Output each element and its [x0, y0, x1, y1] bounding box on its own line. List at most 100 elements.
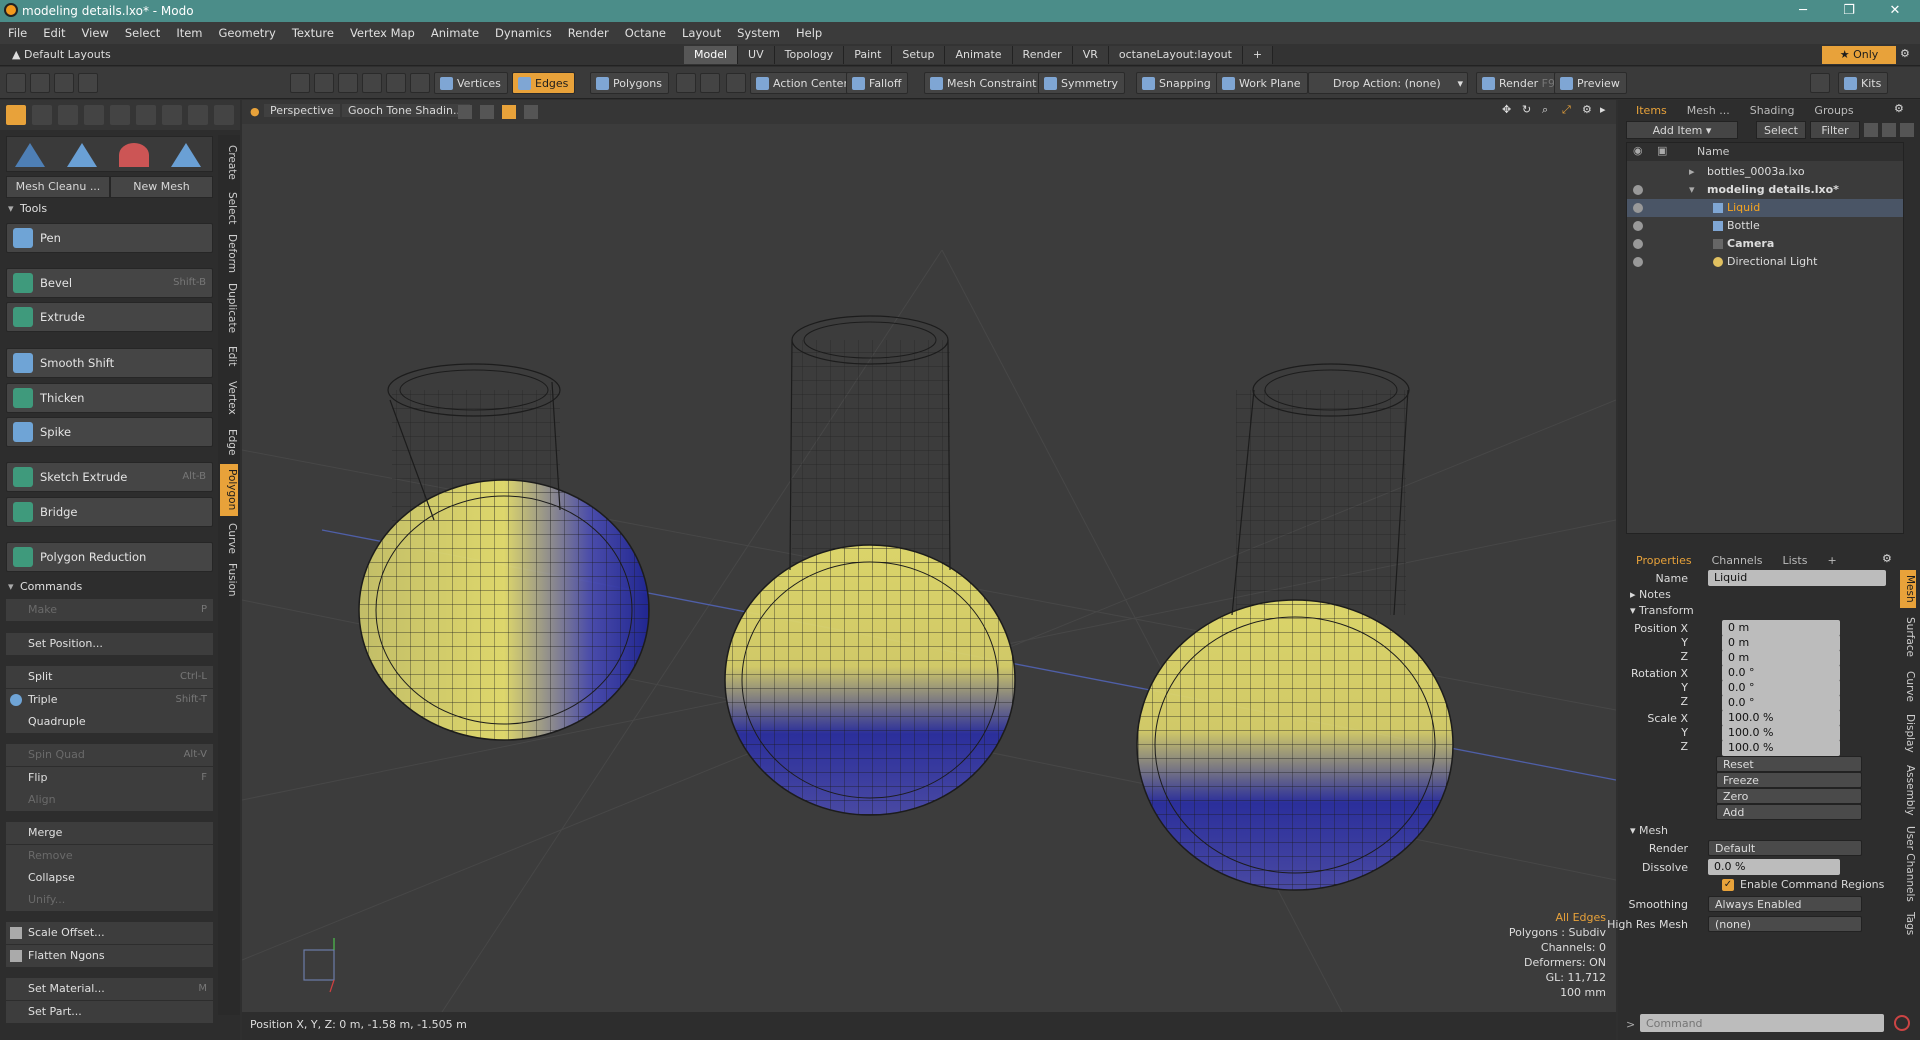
- tab-animate[interactable]: Animate: [945, 46, 1013, 64]
- refresh-icon[interactable]: [214, 105, 234, 125]
- frame-icon[interactable]: [54, 73, 74, 93]
- add-item-button[interactable]: Add Item ▾: [1626, 121, 1738, 139]
- rvtab-display[interactable]: Display: [1900, 710, 1916, 756]
- triple-command[interactable]: Triple Shift-T: [6, 689, 213, 711]
- preview-button[interactable]: Preview: [1554, 72, 1627, 94]
- rotate-tool-icon[interactable]: [119, 143, 149, 167]
- menu-system[interactable]: System: [729, 26, 788, 40]
- mesh-cleanup-button[interactable]: Mesh Cleanu ...: [6, 176, 110, 198]
- transform-section[interactable]: ▾ Transform: [1630, 604, 1694, 617]
- work-plane-button[interactable]: Work Plane: [1216, 72, 1308, 94]
- high-res-mesh-select[interactable]: (none): [1708, 916, 1862, 932]
- add-button[interactable]: Add: [1716, 804, 1862, 820]
- item-liquid[interactable]: Liquid: [1627, 199, 1903, 217]
- bridge-tool[interactable]: Bridge: [6, 497, 213, 527]
- reset-button[interactable]: Reset: [1716, 756, 1862, 772]
- vertices-button[interactable]: Vertices: [434, 72, 508, 94]
- transform-tool-icon[interactable]: [15, 143, 45, 167]
- thicken-tool[interactable]: Thicken: [6, 383, 213, 413]
- menu-layout[interactable]: Layout: [674, 26, 729, 40]
- rvtab-curve[interactable]: Curve: [1900, 666, 1916, 706]
- shading-select[interactable]: Gooch Tone Shadin...: [342, 104, 470, 117]
- tab-paint[interactable]: Paint: [844, 46, 893, 64]
- tab-lists[interactable]: Lists: [1773, 552, 1818, 570]
- mesh-constraint-button[interactable]: Mesh Constraint: [924, 72, 1044, 94]
- zoom-toggle-icon[interactable]: [188, 105, 208, 125]
- rotation-x-field[interactable]: 0.0 °: [1722, 665, 1840, 681]
- time-toggle-icon[interactable]: [136, 105, 156, 125]
- grid-icon[interactable]: [30, 73, 50, 93]
- tools-header[interactable]: Tools: [6, 200, 213, 218]
- smoothing-select[interactable]: Always Enabled: [1708, 896, 1862, 912]
- zoom-icon[interactable]: ⌕: [1542, 103, 1548, 117]
- menu-item[interactable]: Item: [168, 26, 210, 40]
- snapping-button[interactable]: Snapping: [1136, 72, 1218, 94]
- default-layouts[interactable]: ▲ Default Layouts: [12, 48, 111, 61]
- name-field[interactable]: Liquid: [1708, 570, 1886, 586]
- select-button[interactable]: Select: [1756, 121, 1806, 139]
- tab-vr[interactable]: VR: [1072, 46, 1109, 64]
- tab-render[interactable]: Render: [1012, 46, 1073, 64]
- remove-command[interactable]: Remove: [6, 845, 213, 867]
- sketch-extrude-tool[interactable]: Sketch Extrude Alt-B: [6, 462, 213, 492]
- maximize-icon[interactable]: ❐: [1826, 0, 1872, 22]
- drop-action-select[interactable]: Drop Action: (none) ▾: [1308, 72, 1468, 94]
- grid-toggle-icon[interactable]: [32, 105, 52, 125]
- 3d-viewport[interactable]: All Edges Polygons : Subdiv Channels: 0 …: [242, 100, 1616, 1012]
- menu-texture[interactable]: Texture: [284, 26, 342, 40]
- viewport-menu-icon[interactable]: ●: [250, 105, 260, 118]
- set-material-command[interactable]: Set Material... M: [6, 978, 213, 1000]
- vtab-deform[interactable]: Deform: [220, 232, 238, 276]
- maximize-view-icon[interactable]: ⤢: [1562, 103, 1571, 117]
- tab-uv[interactable]: UV: [738, 46, 775, 64]
- figure-toggle-icon[interactable]: [162, 105, 182, 125]
- menu-file[interactable]: File: [0, 26, 35, 40]
- orbit-icon[interactable]: ↻: [1522, 103, 1531, 116]
- collapse-command[interactable]: Collapse: [6, 867, 213, 889]
- vtab-create[interactable]: Create: [220, 140, 238, 184]
- align-command[interactable]: Align: [6, 789, 213, 811]
- mesh-mode-toggle[interactable]: [6, 105, 26, 125]
- commands-header[interactable]: Commands: [6, 578, 213, 596]
- rvtab-tags[interactable]: Tags: [1900, 908, 1916, 940]
- action-center-button[interactable]: Action Center: [750, 72, 855, 94]
- tab-octane-layout[interactable]: octaneLayout:layout: [1108, 46, 1243, 64]
- view-select[interactable]: Perspective: [264, 104, 340, 117]
- menu-octane[interactable]: Octane: [617, 26, 674, 40]
- render-select[interactable]: Default: [1708, 840, 1862, 856]
- material-mode-icon[interactable]: [676, 73, 696, 93]
- tab-mesh[interactable]: Mesh ...: [1677, 102, 1740, 120]
- scale-tool-icon[interactable]: [171, 143, 201, 167]
- set-position-command[interactable]: Set Position...: [6, 633, 213, 655]
- search-icon[interactable]: [1810, 73, 1830, 93]
- symmetry-button[interactable]: Symmetry: [1038, 72, 1126, 94]
- menu-select[interactable]: Select: [117, 26, 168, 40]
- snap-icon[interactable]: [78, 73, 98, 93]
- zero-button[interactable]: Zero: [1716, 788, 1862, 804]
- layout-icon[interactable]: [6, 73, 26, 93]
- extrude-tool[interactable]: Extrude: [6, 302, 213, 332]
- flip-command[interactable]: Flip F: [6, 767, 213, 789]
- scale-offset-command[interactable]: Scale Offset...: [6, 922, 213, 944]
- eye-icon[interactable]: [1633, 185, 1643, 195]
- only-button[interactable]: ★ Only: [1822, 46, 1896, 64]
- dropdown-icon[interactable]: [700, 73, 720, 93]
- select-through-icon[interactable]: [314, 73, 334, 93]
- merge-command[interactable]: Merge: [6, 822, 213, 844]
- polygons-button[interactable]: Polygons: [590, 72, 669, 94]
- render-button[interactable]: Render F9: [1476, 72, 1562, 94]
- properties-gear-icon[interactable]: ⚙: [1882, 552, 1892, 565]
- position-z-field[interactable]: 0 m: [1722, 650, 1840, 666]
- menu-vertex-map[interactable]: Vertex Map: [342, 26, 423, 40]
- bevel-tool[interactable]: Bevel Shift-B: [6, 268, 213, 298]
- eye-icon[interactable]: [1633, 239, 1643, 249]
- add-tab-button[interactable]: +: [1242, 46, 1274, 64]
- filter-button[interactable]: Filter: [1810, 121, 1860, 139]
- record-icon[interactable]: [1894, 1015, 1910, 1031]
- position-x-field[interactable]: 0 m: [1722, 620, 1840, 636]
- spike-tool[interactable]: Spike: [6, 417, 213, 447]
- menu-view[interactable]: View: [74, 26, 117, 40]
- unify-command[interactable]: Unify...: [6, 889, 213, 911]
- vtab-duplicate[interactable]: Duplicate: [220, 280, 238, 336]
- vtab-select[interactable]: Select: [220, 188, 238, 228]
